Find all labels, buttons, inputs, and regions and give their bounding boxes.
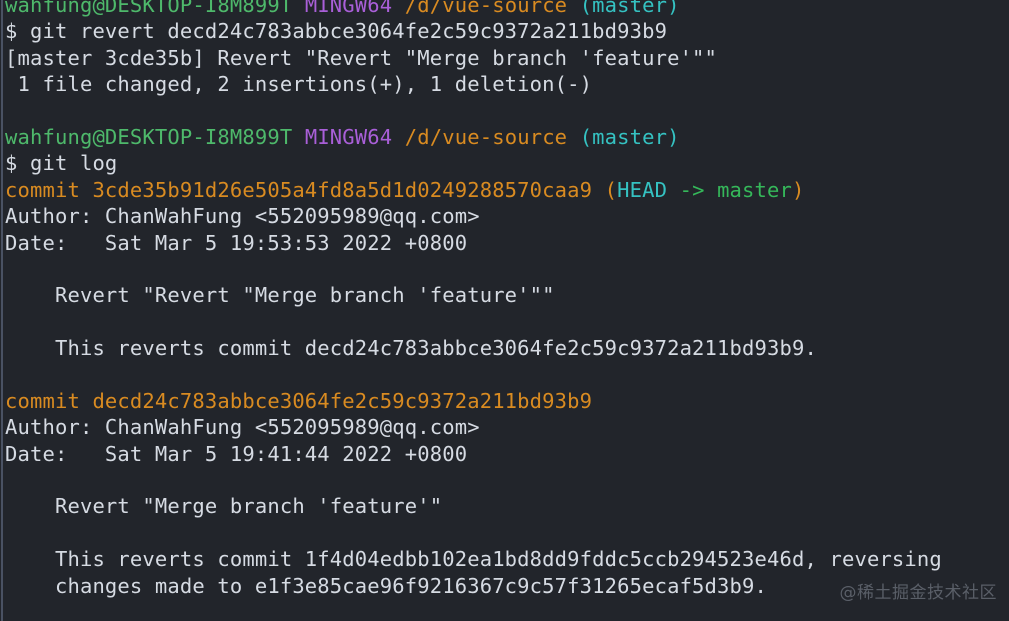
commit-header-1-seg-4: master — [717, 177, 793, 202]
prompt-line-clipped-seg-4: /d/vue-source — [404, 0, 568, 17]
commit-header-2-seg-0: commit decd24c783abbce3064fe2c59c9372a21… — [5, 388, 593, 413]
blank-line-seg-0 — [5, 468, 18, 492]
command-git-revert: $ git revert decd24c783abbce3064fe2c59c9… — [0, 18, 1009, 44]
commit-message-subject-1: Revert "Revert "Merge branch 'feature'"" — [0, 282, 1009, 308]
blank-line-seg-0 — [5, 310, 18, 334]
prompt-line-clipped-seg-6: (master) — [579, 0, 680, 17]
blank-line — [0, 256, 1009, 282]
commit-header-1-seg-1: ( — [604, 177, 618, 202]
terminal-window[interactable]: wahfung@DESKTOP-I8M899T MINGW64 /d/vue-s… — [0, 0, 1009, 621]
prompt-line-seg-5 — [567, 125, 580, 149]
commit-header-1-seg-3: -> — [667, 177, 718, 202]
commit-author-1: Author: ChanWahFung <552095989@qq.com> — [0, 203, 1009, 229]
terminal-output-area[interactable]: wahfung@DESKTOP-I8M899T MINGW64 /d/vue-s… — [0, 0, 1009, 599]
command-git-log: $ git log — [0, 150, 1009, 176]
blank-line — [0, 361, 1009, 387]
prompt-line-clipped-seg-1 — [292, 0, 305, 17]
commit-message-body-2-line1: This reverts commit 1f4d04edbb102ea1bd8d… — [0, 546, 1009, 572]
output-revert-result: [master 3cde35b] Revert "Revert "Merge b… — [0, 45, 1009, 71]
blank-line-seg-0 — [5, 99, 18, 123]
prompt-line-clipped-seg-0: wahfung@DESKTOP-I8M899T — [5, 0, 293, 17]
blank-line-seg-0 — [5, 521, 18, 545]
commit-author-1-seg-0: Author: ChanWahFung <552095989@qq.com> — [5, 204, 480, 229]
commit-header-1-seg-2: HEAD — [617, 177, 668, 202]
output-revert-stat-seg-0: 1 file changed, 2 insertions(+), 1 delet… — [5, 72, 593, 97]
watermark-label: @稀土掘金技术社区 — [839, 583, 997, 603]
prompt-line-clipped: wahfung@DESKTOP-I8M899T MINGW64 /d/vue-s… — [0, 0, 1009, 18]
blank-line — [0, 467, 1009, 493]
prompt-line-seg-1 — [292, 125, 305, 149]
prompt-line: wahfung@DESKTOP-I8M899T MINGW64 /d/vue-s… — [0, 124, 1009, 150]
prompt-line-clipped-seg-2: MINGW64 — [304, 0, 393, 17]
commit-message-subject-2-seg-0: Revert "Merge branch 'feature'" — [5, 494, 443, 519]
blank-line — [0, 98, 1009, 124]
commit-message-body-2-line2-seg-0: changes made to e1f3e85cae96f9216367c9c5… — [5, 573, 768, 598]
commit-message-subject-2: Revert "Merge branch 'feature'" — [0, 493, 1009, 519]
prompt-line-seg-0: wahfung@DESKTOP-I8M899T — [5, 124, 293, 149]
prompt-line-seg-2: MINGW64 — [304, 124, 393, 149]
commit-date-1: Date: Sat Mar 5 19:53:53 2022 +0800 — [0, 230, 1009, 256]
commit-message-body-2-line1-seg-0: This reverts commit 1f4d04edbb102ea1bd8d… — [5, 547, 942, 572]
commit-author-2: Author: ChanWahFung <552095989@qq.com> — [0, 414, 1009, 440]
commit-message-subject-1-seg-0: Revert "Revert "Merge branch 'feature'"" — [5, 283, 555, 308]
prompt-line-seg-4: /d/vue-source — [404, 124, 568, 149]
prompt-line-seg-6: (master) — [579, 124, 680, 149]
prompt-line-seg-3 — [392, 125, 405, 149]
prompt-line-clipped-seg-3 — [392, 0, 405, 17]
command-git-log-seg-0: $ git log — [5, 151, 118, 176]
prompt-line-clipped-seg-5 — [567, 0, 580, 17]
output-revert-result-seg-0: [master 3cde35b] Revert "Revert "Merge b… — [5, 45, 718, 70]
commit-author-2-seg-0: Author: ChanWahFung <552095989@qq.com> — [5, 415, 480, 440]
output-revert-stat: 1 file changed, 2 insertions(+), 1 delet… — [0, 71, 1009, 97]
blank-line-seg-0 — [5, 362, 18, 386]
commit-header-1-seg-0: commit 3cde35b91d26e505a4fd8a5d1d0249288… — [5, 177, 605, 202]
blank-line-seg-0 — [5, 257, 18, 281]
commit-date-2-seg-0: Date: Sat Mar 5 19:41:44 2022 +0800 — [5, 441, 468, 466]
commit-header-2: commit decd24c783abbce3064fe2c59c9372a21… — [0, 388, 1009, 414]
commit-date-2: Date: Sat Mar 5 19:41:44 2022 +0800 — [0, 441, 1009, 467]
commit-message-body-1: This reverts commit decd24c783abbce3064f… — [0, 335, 1009, 361]
commit-header-1-seg-5: ) — [792, 177, 805, 202]
commit-header-1: commit 3cde35b91d26e505a4fd8a5d1d0249288… — [0, 177, 1009, 203]
blank-line — [0, 520, 1009, 546]
blank-line — [0, 309, 1009, 335]
command-git-revert-seg-0: $ git revert decd24c783abbce3064fe2c59c9… — [5, 19, 668, 44]
commit-message-body-1-seg-0: This reverts commit decd24c783abbce3064f… — [5, 336, 817, 361]
commit-date-1-seg-0: Date: Sat Mar 5 19:53:53 2022 +0800 — [5, 230, 468, 255]
